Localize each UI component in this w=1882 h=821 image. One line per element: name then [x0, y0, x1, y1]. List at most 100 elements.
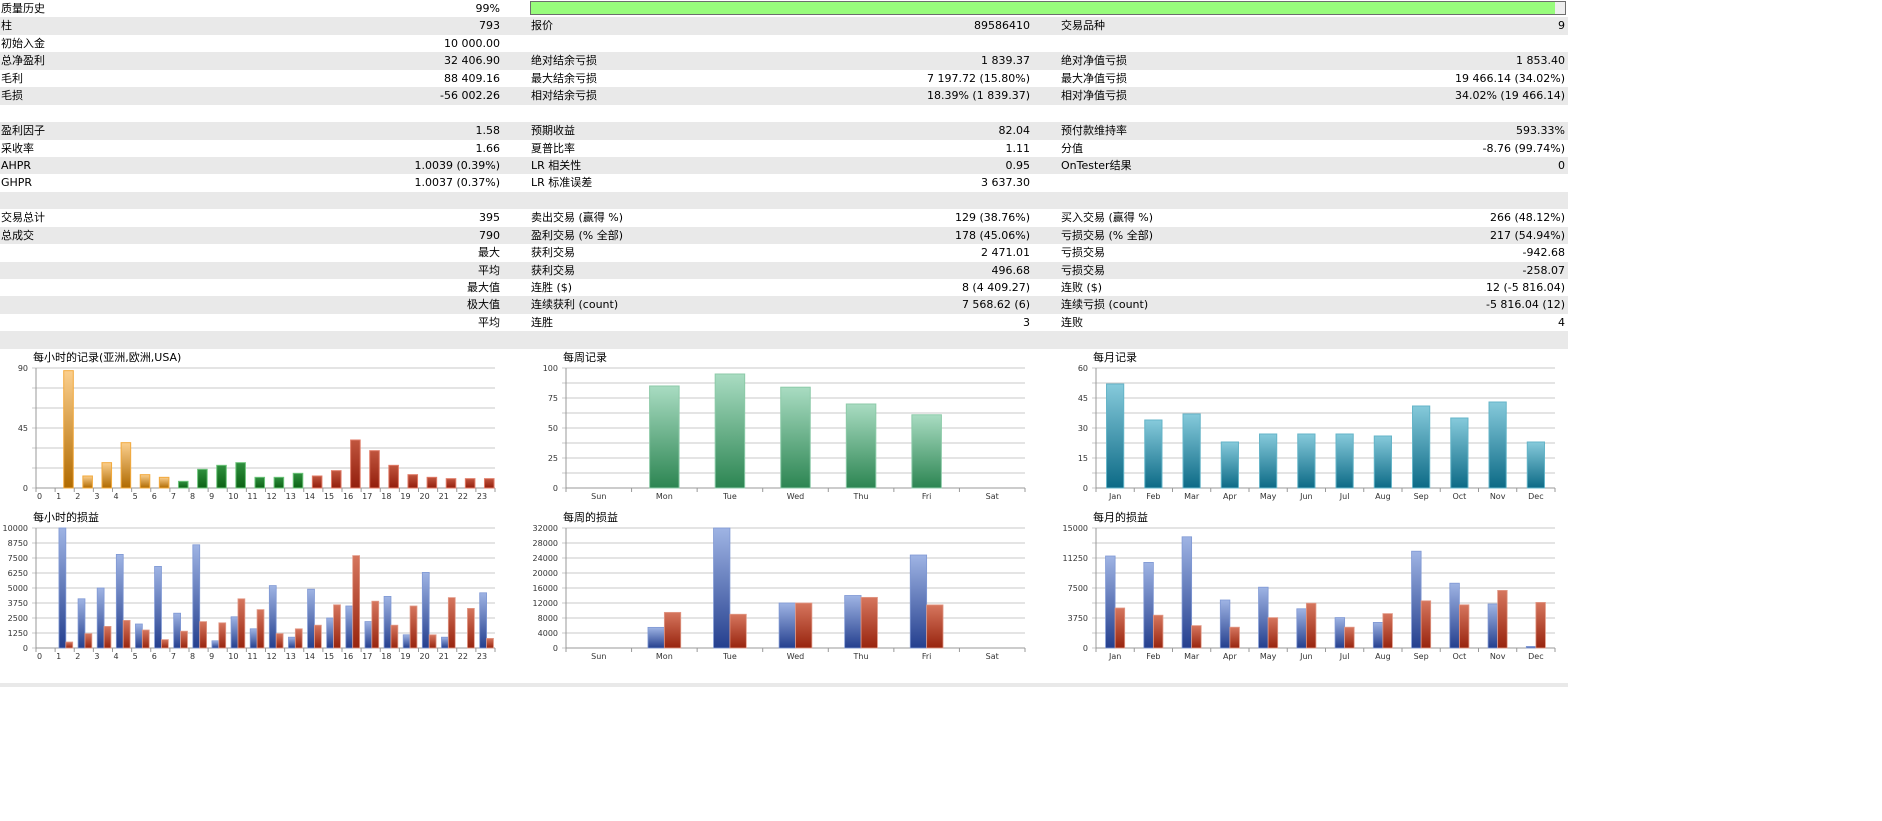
- stat-label-2: 获利交易: [531, 263, 575, 277]
- stat-label-3: 亏损交易: [1061, 246, 1105, 260]
- bar-20: [426, 476, 438, 489]
- stat-value-2: 7 197.72 (15.80%): [926, 71, 1030, 85]
- x-tick-label: 2: [75, 652, 80, 661]
- stat-label-2: 预期收益: [531, 124, 575, 138]
- profit-bar-Feb: [1143, 562, 1154, 649]
- bar-Apr: [1220, 441, 1239, 489]
- loss-bar-Aug: [1382, 613, 1393, 649]
- stat-value-3: 34.02% (19 466.14): [1454, 89, 1565, 103]
- x-tick-label: 6: [152, 492, 157, 501]
- stat-label-2: 报价: [531, 19, 553, 33]
- loss-bar-12: [275, 633, 284, 649]
- stats-row: 毛利 88 409.16 最大结余亏损 7 197.72 (15.80%) 最大净值亏损…: [0, 70, 1568, 87]
- bar-16: [350, 439, 361, 489]
- stat-label-3: 相对净值亏损: [1061, 89, 1127, 103]
- quality-label: 质量历史: [1, 2, 45, 15]
- stats-row: 平均 获利交易 496.68 亏损交易 -258.07: [0, 261, 1568, 279]
- stat-value-3: 4: [1558, 315, 1565, 329]
- stat-value-3: 12 (-5 816.04): [1485, 281, 1565, 294]
- x-tick-label: Sun: [591, 652, 606, 661]
- x-tick-label: 17: [362, 492, 372, 501]
- backtest-report: 质量历史 99% 柱 793 报价 89586410 交易品种 9 初始入金 10 000.0…: [0, 0, 1568, 349]
- x-tick-label: 13: [286, 492, 296, 501]
- profit-bar-10: [230, 616, 239, 649]
- profit-bar-19: [402, 634, 411, 649]
- loss-bar-Oct: [1458, 604, 1470, 649]
- y-tick-label: 1250: [8, 629, 28, 638]
- bar-Thu: [845, 403, 877, 489]
- profit-bar-Apr: [1219, 599, 1231, 649]
- weekly-pl-chart: 每周的损益 0 4000 8000 12000 16000 20000 24000 28000 3…: [533, 510, 1026, 661]
- bar-7: [177, 480, 189, 489]
- stat-label-2: 绝对结余亏损: [531, 54, 597, 68]
- stat-value-2: 178 (45.06%): [954, 228, 1030, 242]
- loss-bar-May: [1267, 617, 1279, 649]
- x-tick-label: 23: [477, 492, 487, 501]
- bar-2: [82, 475, 93, 489]
- stat-label-3: 分值: [1061, 141, 1083, 155]
- stat-label-1: 初始入金: [1, 36, 45, 50]
- stat-label-1: 交易总计: [1, 211, 45, 225]
- loss-bar-Wed: [795, 602, 813, 649]
- chart-title: 每月记录: [1093, 350, 1137, 364]
- loss-bar-1: [65, 641, 74, 649]
- x-tick-label: Sun: [591, 492, 606, 501]
- x-tick-label: 7: [171, 492, 176, 501]
- x-tick-label: Sep: [1414, 492, 1429, 501]
- y-tick-label: 0: [1083, 484, 1088, 493]
- loss-bar-5: [141, 629, 150, 649]
- bar-21: [445, 478, 457, 489]
- x-tick-label: 3: [94, 652, 99, 661]
- loss-bar-9: [218, 622, 227, 649]
- x-tick-label: Mon: [656, 492, 673, 501]
- x-tick-label: 3: [94, 492, 99, 501]
- x-tick-label: 21: [439, 492, 449, 501]
- stat-label-2: 连胜 ($): [531, 281, 573, 294]
- stat-label-3: 亏损交易 (% 全部): [1061, 228, 1154, 242]
- bar-1: [63, 370, 74, 489]
- loss-bar-Apr: [1229, 626, 1240, 649]
- profit-bar-Wed: [778, 602, 796, 649]
- bar-17: [369, 450, 380, 489]
- stat-label-2: 获利交易: [531, 246, 575, 260]
- loss-bar-23: [486, 637, 494, 649]
- stat-label-3: OnTester结果: [1061, 158, 1132, 172]
- profit-bar-9: [211, 640, 220, 649]
- x-tick-label: Mar: [1184, 652, 1200, 661]
- bar-4: [120, 442, 132, 489]
- stats-row: 总成交 790 盈利交易 (% 全部) 178 (45.06%) 亏损交易 (% 全部)…: [0, 226, 1568, 245]
- stat-label-1: AHPR: [1, 158, 32, 172]
- x-tick-label: 23: [477, 652, 487, 661]
- y-tick-label: 0: [23, 484, 28, 493]
- y-tick-label: 25: [548, 454, 558, 463]
- stats-row: 最大值 连胜 ($) 8 (4 409.27) 连败 ($) 12 (-5 816.04…: [0, 279, 1568, 296]
- x-tick-label: 14: [305, 652, 315, 661]
- bar-5: [139, 474, 151, 489]
- stat-label-3: 最大净值亏损: [1061, 71, 1127, 85]
- stat-value-2: 2 471.01: [981, 246, 1030, 260]
- profit-bar-15: [326, 617, 334, 649]
- stat-value-2: 7 568.62 (6): [961, 298, 1030, 312]
- loss-bar-Tue: [729, 613, 747, 649]
- profit-bar-3: [96, 587, 105, 649]
- bar-15: [330, 470, 342, 489]
- y-tick-label: 7500: [8, 554, 28, 563]
- x-tick-label: 8: [190, 492, 195, 501]
- loss-bar-16: [352, 555, 360, 649]
- stat-value-3: -258.07: [1522, 263, 1565, 277]
- loss-bar-11: [256, 609, 265, 649]
- stat-value-1: 极大值: [467, 298, 500, 312]
- y-tick-label: 0: [23, 644, 28, 653]
- x-tick-label: 17: [362, 652, 372, 661]
- profit-bar-14: [307, 588, 315, 649]
- stat-label-3: 预付款维持率: [1061, 124, 1127, 138]
- profit-bar-Thu: [844, 595, 862, 649]
- y-tick-label: 5000: [8, 584, 28, 593]
- y-tick-label: 16000: [533, 584, 558, 593]
- bar-14: [311, 475, 323, 489]
- loss-bar-Thu: [860, 596, 878, 649]
- bar-Aug: [1373, 435, 1392, 489]
- chart-title: 每小时的损益: [33, 510, 99, 524]
- bar-18: [388, 464, 399, 489]
- stat-value-1: 793: [479, 19, 500, 33]
